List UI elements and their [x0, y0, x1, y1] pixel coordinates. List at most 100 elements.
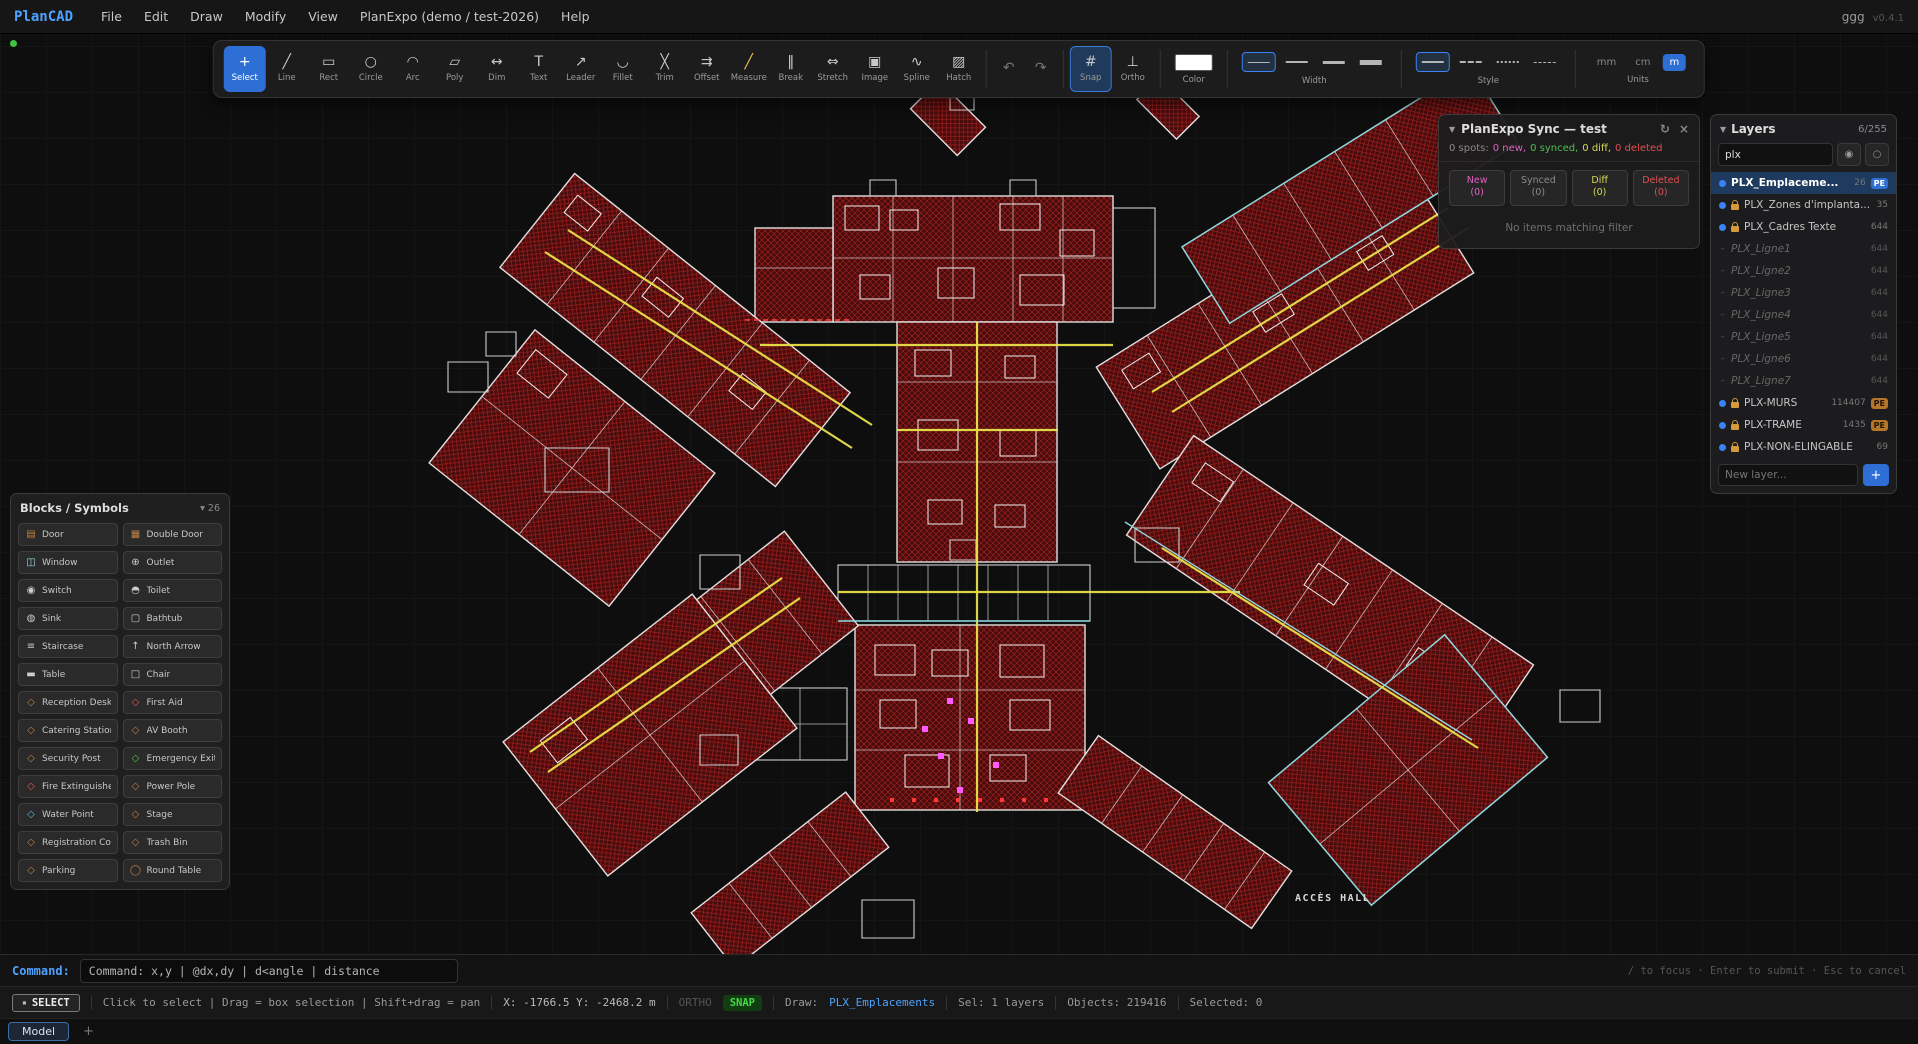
visibility-on-icon[interactable] — [1719, 202, 1726, 209]
block-table[interactable]: ▬Table — [18, 663, 118, 686]
mode-chip[interactable]: ▪ SELECT — [12, 994, 80, 1012]
sync-filter-synced[interactable]: Synced(0) — [1510, 170, 1566, 206]
collapse-caret-icon[interactable]: ▼ — [1449, 125, 1455, 134]
lock-icon[interactable] — [1731, 204, 1739, 210]
sync-filter-diff[interactable]: Diff(0) — [1572, 170, 1628, 206]
visibility-on-icon[interactable] — [1719, 224, 1726, 231]
menu-help[interactable]: Help — [551, 5, 600, 28]
lock-icon[interactable] — [1731, 402, 1739, 408]
tool-line[interactable]: ╱Line — [266, 46, 308, 92]
block-power-pole[interactable]: ◇Power Pole — [123, 775, 223, 798]
tool-arc[interactable]: ◠Arc — [392, 46, 434, 92]
block-switch[interactable]: ◉Switch — [18, 579, 118, 602]
block-catering-station[interactable]: ◇Catering Station — [18, 719, 118, 742]
block-stage[interactable]: ◇Stage — [123, 803, 223, 826]
close-icon[interactable]: × — [1679, 122, 1689, 136]
tool-spline[interactable]: ∿Spline — [896, 46, 938, 92]
menu-planexpo-demo-test-2026[interactable]: PlanExpo (demo / test-2026) — [350, 5, 549, 28]
menu-view[interactable]: View — [298, 5, 348, 28]
tool-trim[interactable]: ╳Trim — [644, 46, 686, 92]
block-bathtub[interactable]: ▢Bathtub — [123, 607, 223, 630]
layer-row-plx-emplaceme[interactable]: PLX_Emplaceme...26PE — [1711, 172, 1896, 194]
sync-filter-new[interactable]: New(0) — [1449, 170, 1505, 206]
ortho-indicator[interactable]: ORTHO — [679, 996, 712, 1009]
sync-panel-header[interactable]: ▼ PlanExpo Sync — test ↻ × — [1439, 115, 1699, 143]
layer-row-plx-cadres-texte[interactable]: PLX_Cadres Texte644 — [1711, 216, 1896, 238]
menu-modify[interactable]: Modify — [235, 5, 296, 28]
tool-text[interactable]: TText — [518, 46, 560, 92]
snap-indicator[interactable]: SNAP — [723, 995, 762, 1011]
block-reception-desk[interactable]: ◇Reception Desk — [18, 691, 118, 714]
lock-icon[interactable] — [1731, 424, 1739, 430]
layer-row-plx-ligne2[interactable]: –PLX_Ligne2644 — [1711, 260, 1896, 282]
tool-measure[interactable]: ╱Measure — [728, 46, 770, 92]
block-fire-extinguisher[interactable]: ◇Fire Extinguisher — [18, 775, 118, 798]
width-option-1[interactable] — [1242, 52, 1276, 72]
menu-draw[interactable]: Draw — [180, 5, 233, 28]
menu-edit[interactable]: Edit — [134, 5, 178, 28]
tool-stretch[interactable]: ⇔Stretch — [812, 46, 854, 92]
visibility-off-icon[interactable]: – — [1719, 288, 1726, 298]
visibility-off-icon[interactable]: – — [1719, 332, 1726, 342]
block-parking[interactable]: ◇Parking — [18, 859, 118, 882]
tab-model[interactable]: Model — [8, 1022, 69, 1041]
style-option-dotted[interactable] — [1492, 53, 1524, 71]
layer-row-plx-trame[interactable]: PLX-TRAME1435PE — [1711, 414, 1896, 436]
command-input[interactable] — [80, 959, 458, 983]
block-north-arrow[interactable]: ↑North Arrow — [123, 635, 223, 658]
block-window[interactable]: ◫Window — [18, 551, 118, 574]
style-option-solid[interactable] — [1416, 52, 1450, 72]
collapse-caret-icon[interactable]: ▼ — [1720, 125, 1726, 134]
block-emergency-exit[interactable]: ◇Emergency Exit — [123, 747, 223, 770]
visibility-off-icon[interactable]: – — [1719, 266, 1726, 276]
width-option-2[interactable] — [1281, 53, 1313, 71]
visibility-off-icon[interactable]: – — [1719, 376, 1726, 386]
width-option-3[interactable] — [1318, 53, 1350, 71]
unit-mm[interactable]: mm — [1590, 54, 1623, 71]
width-option-4[interactable] — [1355, 53, 1387, 71]
layer-row-plx-ligne7[interactable]: –PLX_Ligne7644 — [1711, 370, 1896, 392]
tool-rect[interactable]: ▭Rect — [308, 46, 350, 92]
block-water-point[interactable]: ◇Water Point — [18, 803, 118, 826]
tool-circle[interactable]: ○Circle — [350, 46, 392, 92]
block-first-aid[interactable]: ◇First Aid — [123, 691, 223, 714]
block-door[interactable]: ▤Door — [18, 523, 118, 546]
visibility-off-icon[interactable]: – — [1719, 354, 1726, 364]
layer-row-plx-zones-d-implanta[interactable]: PLX_Zones d'implanta...35 — [1711, 194, 1896, 216]
layer-row-plx-ligne1[interactable]: –PLX_Ligne1644 — [1711, 238, 1896, 260]
add-tab-button[interactable]: + — [77, 1024, 100, 1039]
tool-select[interactable]: +Select — [224, 46, 266, 92]
block-trash-bin[interactable]: ◇Trash Bin — [123, 831, 223, 854]
color-swatch[interactable] — [1175, 54, 1213, 71]
unit-m[interactable]: m — [1662, 54, 1686, 71]
tool-hatch[interactable]: ▨Hatch — [938, 46, 980, 92]
tool-offset[interactable]: ⇉Offset — [686, 46, 728, 92]
tool-break[interactable]: ‖Break — [770, 46, 812, 92]
toggle-snap[interactable]: #Snap — [1070, 46, 1112, 92]
layer-row-plx-ligne6[interactable]: –PLX_Ligne6644 — [1711, 348, 1896, 370]
layer-row-plx-murs[interactable]: PLX-MURS114407PE — [1711, 392, 1896, 414]
add-layer-button[interactable]: + — [1863, 464, 1889, 486]
tool-fillet[interactable]: ◡Fillet — [602, 46, 644, 92]
tool-dim[interactable]: ↔Dim — [476, 46, 518, 92]
tool-image[interactable]: ▣Image — [854, 46, 896, 92]
block-security-post[interactable]: ◇Security Post — [18, 747, 118, 770]
undo-button[interactable]: ↶ — [993, 49, 1025, 89]
layers-panel-header[interactable]: ▼ Layers 6/255 — [1711, 115, 1896, 143]
blocks-panel-header[interactable]: Blocks / Symbols ▾ 26 — [11, 494, 229, 522]
unit-cm[interactable]: cm — [1628, 54, 1657, 71]
style-option-dashdot[interactable] — [1529, 53, 1561, 71]
layer-row-plx-ligne5[interactable]: –PLX_Ligne5644 — [1711, 326, 1896, 348]
block-chair[interactable]: □Chair — [123, 663, 223, 686]
visibility-on-icon[interactable] — [1719, 400, 1726, 407]
filter-circle-icon[interactable]: ○ — [1865, 143, 1889, 166]
tool-poly[interactable]: ▱Poly — [434, 46, 476, 92]
block-outlet[interactable]: ⊕Outlet — [123, 551, 223, 574]
refresh-icon[interactable]: ↻ — [1660, 122, 1670, 136]
style-option-dashed[interactable] — [1455, 53, 1487, 71]
layer-row-plx-ligne4[interactable]: –PLX_Ligne4644 — [1711, 304, 1896, 326]
redo-button[interactable]: ↷ — [1025, 49, 1057, 89]
block-av-booth[interactable]: ◇AV Booth — [123, 719, 223, 742]
visibility-on-icon[interactable] — [1719, 422, 1726, 429]
layer-row-plx-ligne3[interactable]: –PLX_Ligne3644 — [1711, 282, 1896, 304]
